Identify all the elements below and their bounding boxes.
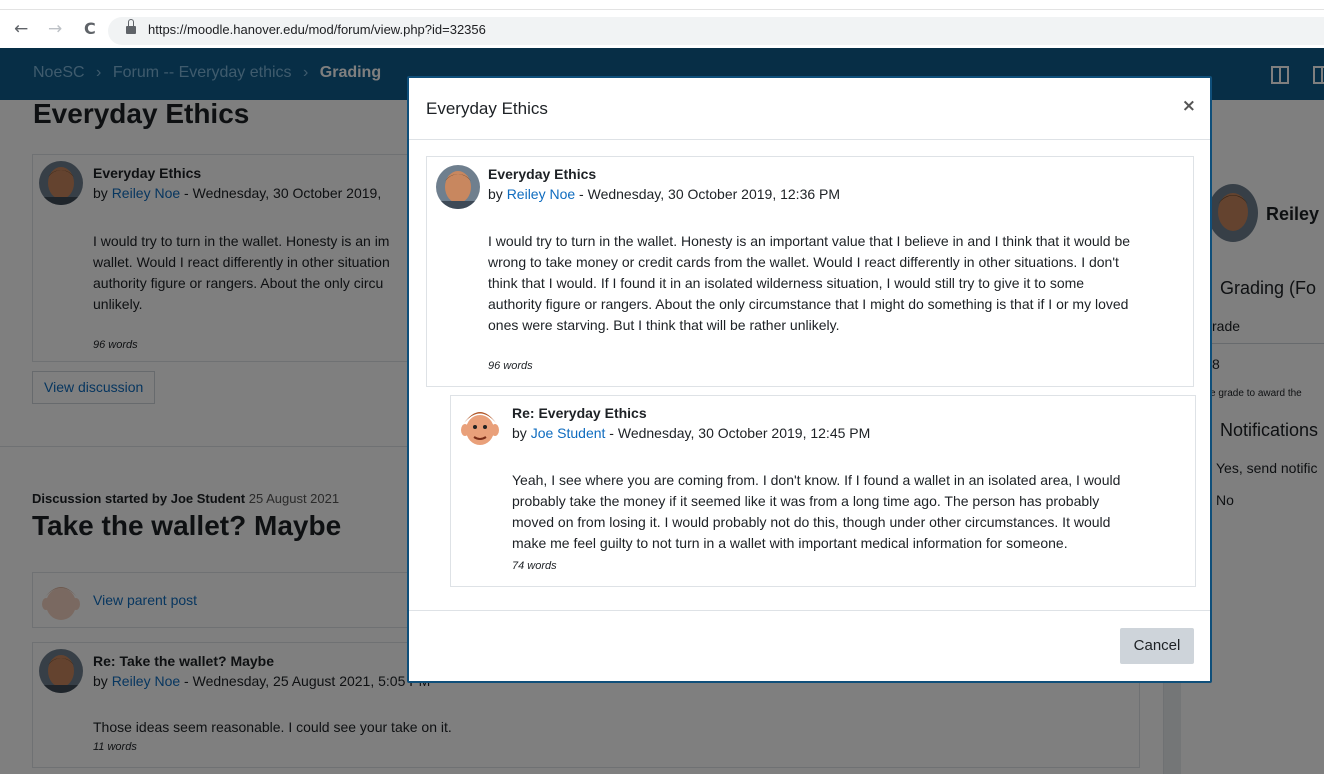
- byline-prefix: by: [488, 186, 503, 202]
- post-line: authority figure or rangers. About the o…: [488, 296, 1129, 312]
- post-line: I would try to turn in the wallet. Hones…: [488, 233, 1131, 249]
- post-date: - Wednesday, 30 October 2019, 12:45 PM: [605, 425, 871, 441]
- avatar[interactable]: [458, 404, 502, 448]
- cancel-button[interactable]: Cancel: [1120, 628, 1194, 664]
- post-modal: Everyday Ethics × Everyday Ethics by Rei…: [407, 76, 1212, 683]
- avatar[interactable]: [436, 165, 480, 209]
- word-count: 74 words: [512, 560, 557, 572]
- post-byline: by Reiley Noe - Wednesday, 30 October 20…: [488, 186, 840, 202]
- post-line: probably take the money if it seemed lik…: [512, 493, 1100, 509]
- post-card: Everyday Ethics by Reiley Noe - Wednesda…: [426, 156, 1194, 387]
- tab-strip: [0, 0, 1324, 10]
- browser-toolbar: ← → C https://moodle.hanover.edu/mod/for…: [0, 0, 1324, 48]
- byline-prefix: by: [512, 425, 527, 441]
- post-date: - Wednesday, 30 October 2019, 12:36 PM: [575, 186, 841, 202]
- back-icon[interactable]: ←: [14, 18, 28, 40]
- modal-title: Everyday Ethics: [426, 99, 548, 118]
- reply-title: Re: Everyday Ethics: [512, 405, 647, 421]
- author-link[interactable]: Joe Student: [531, 425, 606, 441]
- url-text[interactable]: https://moodle.hanover.edu/mod/forum/vie…: [148, 22, 486, 37]
- reply-body: Yeah, I see where you are coming from. I…: [512, 470, 1182, 554]
- modal-footer: Cancel: [409, 610, 1210, 683]
- forward-icon[interactable]: →: [48, 18, 62, 40]
- author-link[interactable]: Reiley Noe: [507, 186, 575, 202]
- post-title: Everyday Ethics: [488, 166, 597, 182]
- post-body: I would try to turn in the wallet. Hones…: [488, 231, 1188, 336]
- post-line: make me feel guilty to not turn in a wal…: [512, 535, 1068, 551]
- reply-card: Re: Everyday Ethics by Joe Student - Wed…: [450, 395, 1196, 587]
- lock-icon[interactable]: [126, 19, 136, 34]
- post-line: wrong to take money or credit cards from…: [488, 254, 1119, 270]
- modal-header: Everyday Ethics ×: [409, 78, 1210, 140]
- post-line: moved on from losing it. I would probabl…: [512, 514, 1111, 530]
- word-count: 96 words: [488, 360, 533, 372]
- post-line: ones were starving. But I think that wil…: [488, 317, 840, 333]
- close-icon[interactable]: ×: [1182, 96, 1196, 116]
- reload-icon[interactable]: C: [84, 18, 96, 40]
- reply-byline: by Joe Student - Wednesday, 30 October 2…: [512, 425, 870, 441]
- post-line: Yeah, I see where you are coming from. I…: [512, 472, 1121, 488]
- post-line: think that I would. If I found it in an …: [488, 275, 1085, 291]
